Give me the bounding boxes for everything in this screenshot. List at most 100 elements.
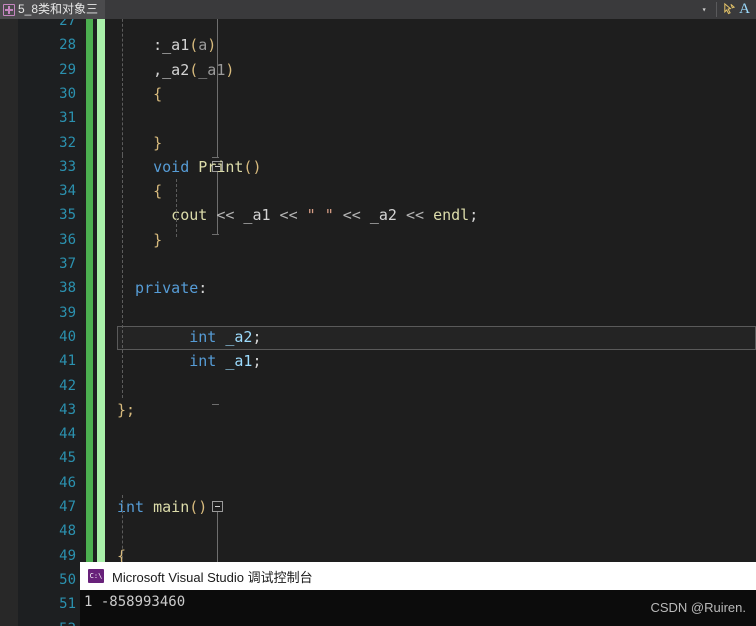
line-number: 27: [59, 19, 76, 29]
code-token: _a1: [162, 36, 190, 55]
watermark-label: CSDN @Ruiren.: [650, 600, 746, 615]
line-number: 29: [59, 61, 76, 78]
code-token: _a1: [243, 206, 271, 225]
code-token: ): [225, 60, 235, 79]
console-title-label: Microsoft Visual Studio 调试控制台: [112, 569, 313, 585]
indent-guide: [122, 154, 123, 398]
code-token: {: [153, 182, 163, 201]
code-line[interactable]: ,_a2(_a1): [153, 58, 234, 82]
line-number: 46: [59, 474, 76, 491]
code-token: <<: [279, 206, 298, 225]
editor-left-margin: [0, 19, 18, 626]
code-token: <<: [342, 206, 361, 225]
line-number: 45: [59, 450, 76, 467]
line-number: 34: [59, 183, 76, 200]
change-bar-unsaved: [97, 19, 105, 626]
console-title-bar[interactable]: C:\ Microsoft Visual Studio 调试控制台: [80, 562, 756, 590]
code-token: _a2: [225, 327, 253, 346]
line-number: 48: [59, 523, 76, 540]
code-token: int: [189, 327, 217, 346]
code-token: }: [153, 230, 163, 249]
cpp-file-icon: [3, 3, 15, 16]
code-line[interactable]: cout << _a1 << " " << _a2 << endl;: [171, 203, 478, 227]
code-token: };: [117, 400, 136, 419]
intellisense-letter-a: A: [739, 1, 750, 17]
code-token: _a2: [369, 206, 397, 225]
code-token: ,: [153, 60, 163, 79]
code-editor[interactable]: 27 28 29 30 31 32 33 34 35 36 37 38 39 40 41 42 43 44 45 46…: [0, 19, 756, 626]
code-line[interactable]: private:: [135, 276, 207, 300]
code-token: private: [135, 279, 199, 298]
code-line[interactable]: }: [153, 131, 162, 155]
line-number: 28: [59, 37, 76, 54]
code-token: ): [207, 36, 217, 55]
code-line[interactable]: int main(): [117, 495, 207, 519]
tab-bar-right-group: A: [717, 0, 756, 19]
line-number: 47: [59, 499, 76, 515]
text-cursor-icon[interactable]: [722, 2, 737, 17]
code-token: ;: [469, 206, 479, 225]
indent-guide: [176, 179, 177, 238]
line-number: 51: [59, 596, 76, 613]
line-number: 35: [59, 207, 76, 224]
line-number: 44: [59, 426, 76, 443]
code-token: Print: [198, 157, 244, 176]
code-token: <<: [216, 206, 235, 225]
code-token: (: [189, 36, 199, 55]
editor-tab-active[interactable]: 5_8类和对象三: [0, 0, 106, 19]
code-token: endl: [433, 206, 470, 225]
code-text-area[interactable]: :_a1(a) ,_a2(_a1){} void Print(){cout << _…: [117, 19, 756, 626]
code-token: _a2: [162, 60, 190, 79]
code-line[interactable]: :_a1(a): [153, 33, 216, 57]
line-number: 37: [59, 256, 76, 272]
line-number: 43: [59, 401, 76, 418]
line-number: 39: [59, 304, 76, 321]
code-token: ;: [252, 327, 262, 346]
line-number: 49: [59, 547, 76, 564]
code-token: }: [153, 133, 163, 152]
code-line[interactable]: int _a2;: [189, 325, 261, 349]
code-token: :: [153, 36, 163, 55]
code-line[interactable]: {: [153, 82, 162, 106]
editor-tab-bar: 5_8类和对象三 ▾ A: [0, 0, 756, 19]
code-line[interactable]: };: [117, 398, 135, 422]
code-line[interactable]: {: [153, 179, 162, 203]
line-number: 32: [59, 134, 76, 151]
code-token: (): [243, 157, 262, 176]
code-token: ;: [252, 352, 262, 371]
code-token: _a1: [225, 352, 253, 371]
vs-editor-window: 5_8类和对象三 ▾ A 27 28 29 30 31 32 33 34 35 36 37 38 39 4…: [0, 0, 756, 626]
code-token: int: [189, 352, 217, 371]
line-number: 31: [59, 110, 76, 127]
code-token: <<: [405, 206, 425, 225]
code-token: {: [153, 84, 163, 103]
line-number: 33: [59, 158, 76, 175]
editor-tab-label: 5_8类和对象三: [18, 2, 99, 16]
code-token: " ": [306, 206, 334, 225]
line-number: 42: [59, 377, 76, 394]
line-number: 30: [59, 85, 76, 102]
line-number-gutter: 27 28 29 30 31 32 33 34 35 36 37 38 39 40 41 42 43 44 45 46…: [18, 19, 82, 626]
code-line[interactable]: int _a1;: [189, 349, 261, 373]
debug-console-window[interactable]: C:\ Microsoft Visual Studio 调试控制台 1 -858…: [80, 562, 756, 626]
line-number: 36: [59, 231, 76, 248]
code-line[interactable]: }: [153, 228, 162, 252]
code-line[interactable]: void Print(): [153, 155, 261, 179]
console-app-icon: C:\: [88, 569, 104, 583]
code-token: void: [153, 157, 190, 176]
line-number: 52: [18, 617, 76, 626]
code-token: main: [153, 498, 190, 516]
code-token: (): [189, 498, 208, 516]
chevron-down-icon[interactable]: ▾: [692, 0, 716, 19]
code-token: (: [189, 60, 199, 79]
line-number: 40: [59, 328, 76, 345]
code-token: _a1: [198, 60, 226, 79]
code-token: :: [198, 279, 208, 298]
line-number: 50: [59, 571, 76, 588]
